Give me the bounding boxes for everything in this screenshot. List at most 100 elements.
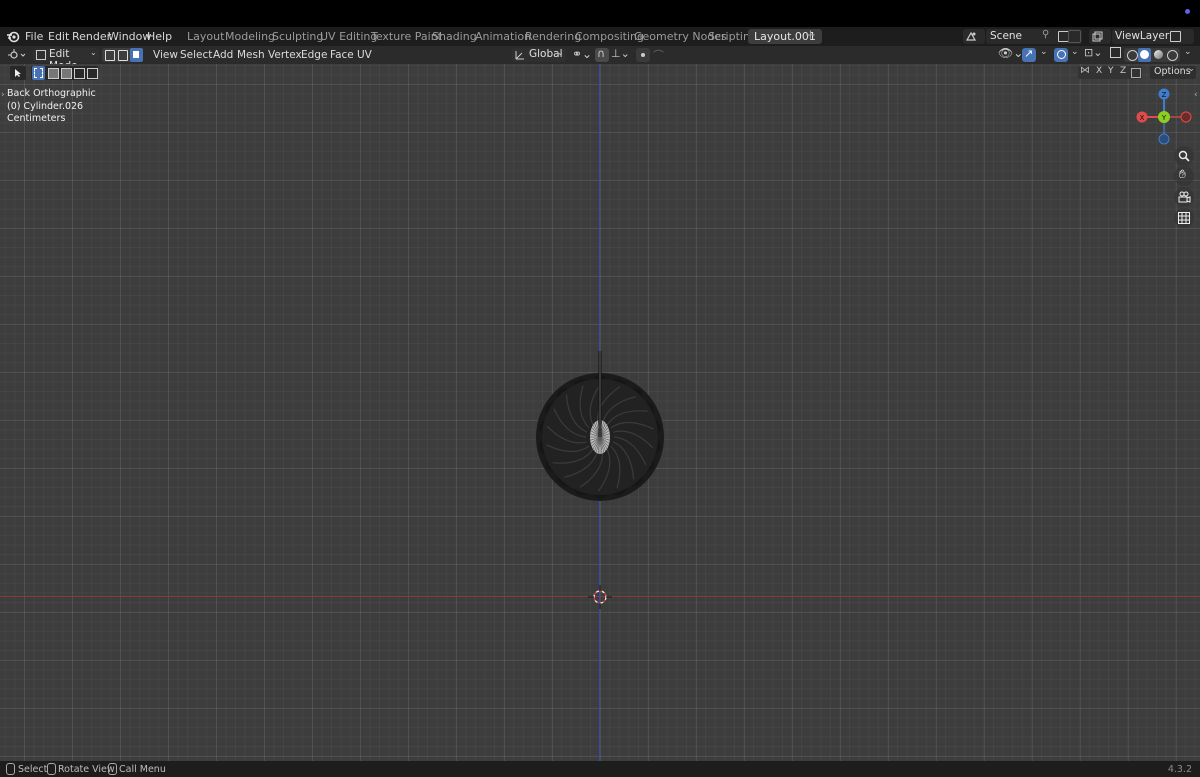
tab-rendering[interactable]: Rendering xyxy=(525,30,581,43)
invert-selection-icon[interactable] xyxy=(74,68,85,79)
tab-layout[interactable]: Layout xyxy=(187,30,224,43)
gizmo-z-label: Z xyxy=(1162,91,1167,99)
mesh-overlay-icon[interactable]: ⊡⌄ xyxy=(1084,46,1102,59)
solid-shading-icon[interactable] xyxy=(1138,48,1151,62)
menu-face[interactable]: Face xyxy=(330,49,354,61)
menu-select[interactable]: Select xyxy=(180,49,212,61)
tab-shading[interactable]: Shading xyxy=(432,30,477,43)
ortho-toggle-button[interactable] xyxy=(1174,208,1194,228)
chevron-down-icon: ⌄ xyxy=(1188,64,1195,73)
chevron-down-icon[interactable]: ⌄ xyxy=(1071,47,1079,57)
menu-view[interactable]: View xyxy=(153,49,178,61)
face-select-icon[interactable] xyxy=(130,48,143,62)
orientation-icon xyxy=(515,51,524,60)
gizmo-neg-x xyxy=(1180,111,1192,123)
zoom-button[interactable] xyxy=(1174,146,1194,166)
transform-orientation-dropdown[interactable]: Global ⌄ xyxy=(512,48,566,62)
menu-window[interactable]: Window xyxy=(108,30,151,43)
options-dropdown[interactable]: Options ⌄ xyxy=(1150,64,1196,79)
zoom-icon xyxy=(1178,150,1190,162)
tab-sculpting[interactable]: Sculpting xyxy=(272,30,323,43)
visibility-icon[interactable]: 👁︎⌄ xyxy=(998,46,1023,60)
butterfly-icon[interactable]: ⋈ xyxy=(1080,65,1090,76)
camera-view-button[interactable] xyxy=(1174,187,1194,207)
extend-selection-icon[interactable] xyxy=(48,68,59,79)
shading-mode-group xyxy=(1124,48,1180,62)
scene-type-button[interactable] xyxy=(963,29,985,44)
view-layer-icon xyxy=(1092,31,1103,42)
remove-scene-button[interactable] xyxy=(1068,30,1081,43)
tab-uv-editing[interactable]: UV Editing xyxy=(320,30,377,43)
version-label: 4.3.2 xyxy=(1167,764,1192,775)
selection-mode-group xyxy=(31,66,98,80)
window-title-bar xyxy=(0,0,1200,27)
mirror-axis-group: ⋈ X Y Z xyxy=(1078,65,1142,79)
mesh-object-turbine[interactable] xyxy=(530,349,670,509)
gizmo-icon: ↗ xyxy=(1024,47,1034,60)
navigation-gizmo[interactable]: Z X Y xyxy=(1133,86,1193,146)
edit-mode-icon xyxy=(36,50,46,60)
add-workspace-icon[interactable]: + xyxy=(805,28,816,43)
menu-render[interactable]: Render xyxy=(72,30,111,43)
overlays-toggle[interactable] xyxy=(1054,48,1068,62)
toolbar-toggle-icon[interactable]: › xyxy=(1,90,5,100)
right-mouse-icon xyxy=(108,763,117,775)
view-layer-type-button[interactable] xyxy=(1089,29,1111,44)
mirror-x-toggle[interactable]: X xyxy=(1096,66,1102,76)
xray-toggle-icon[interactable] xyxy=(1110,47,1121,58)
pivot-point-icon[interactable]: ⚭⌄ xyxy=(572,47,592,61)
proportional-edit-toggle[interactable] xyxy=(636,48,650,62)
camera-icon xyxy=(1178,191,1191,203)
active-tool-button[interactable] xyxy=(10,66,26,80)
vertex-select-icon[interactable] xyxy=(105,50,115,61)
material-shading-icon[interactable] xyxy=(1154,50,1163,59)
intersect-selection-icon[interactable] xyxy=(87,68,98,79)
snap-target-icon[interactable]: ⊥⌄ xyxy=(611,47,630,60)
new-view-layer-icon[interactable] xyxy=(1170,31,1181,42)
select-mode-group xyxy=(102,48,143,62)
editor-type-button[interactable] xyxy=(6,48,30,62)
status-bar: Select Rotate View Call Menu 4.3.2 xyxy=(0,761,1200,777)
3d-viewport-icon xyxy=(8,49,26,59)
chevron-down-icon[interactable]: ⌄ xyxy=(1040,47,1048,57)
3d-cursor[interactable] xyxy=(586,583,614,611)
blender-logo-icon[interactable] xyxy=(6,30,20,43)
view-layer-name: ViewLayer xyxy=(1115,30,1170,42)
3d-viewport[interactable]: Back Orthographic (0) Cylinder.026 Centi… xyxy=(0,64,1200,761)
tab-modeling[interactable]: Modeling xyxy=(225,30,275,43)
units-label: Centimeters xyxy=(7,113,66,124)
menu-add[interactable]: Add xyxy=(213,49,233,61)
subtract-selection-icon[interactable] xyxy=(61,68,72,79)
menu-file[interactable]: File xyxy=(25,30,43,43)
menu-mesh[interactable]: Mesh xyxy=(237,49,265,61)
viewport-header: Edit Mode ⌄ View Select Add Mesh Vertex … xyxy=(0,46,1200,72)
menu-vertex[interactable]: Vertex xyxy=(268,49,302,61)
edge-select-icon[interactable] xyxy=(118,50,128,61)
pin-icon[interactable]: ⚲ xyxy=(1042,29,1049,40)
left-mouse-icon xyxy=(6,763,15,775)
mirror-z-toggle[interactable]: Z xyxy=(1120,66,1126,76)
set-new-selection-icon[interactable] xyxy=(32,66,45,80)
mode-dropdown[interactable]: Edit Mode ⌄ xyxy=(33,48,99,72)
menu-edge[interactable]: Edge xyxy=(301,49,327,61)
pan-button[interactable]: ✋︎ xyxy=(1174,166,1194,186)
auto-merge-icon[interactable] xyxy=(1131,68,1141,78)
gizmo-toggle[interactable]: ↗ xyxy=(1022,47,1036,62)
chevron-down-icon[interactable]: ⌄ xyxy=(1184,47,1192,57)
scene-name: Scene xyxy=(990,30,1023,42)
status-select-hint: Select xyxy=(18,764,48,775)
magnet-icon: ∩ xyxy=(597,47,606,60)
mirror-y-toggle[interactable]: Y xyxy=(1108,66,1114,76)
menu-uv[interactable]: UV xyxy=(357,49,372,61)
view-layer-name-field[interactable]: ViewLayer xyxy=(1112,29,1194,44)
menu-edit[interactable]: Edit xyxy=(48,30,69,43)
falloff-icon[interactable]: ⌒ xyxy=(653,47,664,63)
wireframe-shading-icon[interactable] xyxy=(1127,50,1138,61)
sidebar-toggle-icon[interactable]: ‹ xyxy=(1194,90,1198,100)
hand-icon: ✋︎ xyxy=(1179,167,1186,181)
chevron-down-icon: ⌄ xyxy=(90,48,97,57)
rendered-shading-icon[interactable] xyxy=(1167,50,1178,61)
snap-toggle[interactable]: ∩ xyxy=(595,47,609,62)
tab-animation[interactable]: Animation xyxy=(475,30,531,43)
menu-help[interactable]: Help xyxy=(147,30,172,43)
